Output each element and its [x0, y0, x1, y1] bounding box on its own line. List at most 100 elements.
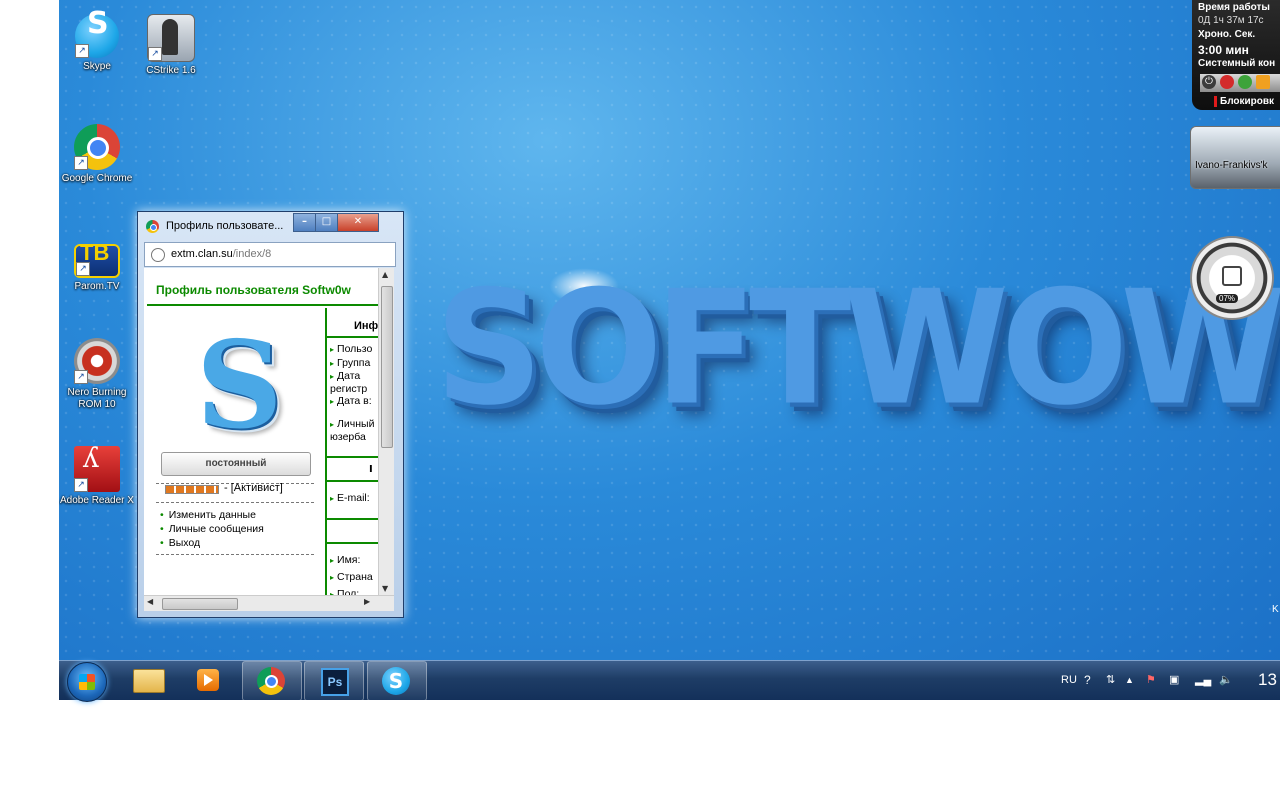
address-bar[interactable]: extm.clan.su/index/8: [144, 242, 396, 267]
desktop-icon-paromtv[interactable]: TB ↗ Parom.TV: [59, 236, 135, 293]
info-item: Пол:: [330, 586, 380, 595]
info-item: Дата в:: [330, 395, 380, 409]
desktop: SOFTWOW S ↗ Skype ↗ CStrike 1.6 ↗ Google…: [59, 0, 1280, 699]
uptime-gadget[interactable]: Время работы 0Д 1ч 37м 17с Хроно. Сек. 3…: [1192, 0, 1280, 110]
gadget-lock-label: Блокировк: [1214, 96, 1274, 107]
gadget-text: Время работы: [1198, 2, 1270, 13]
browser-window[interactable]: Профиль пользовате... – □ ✕ extm.clan.su…: [137, 211, 404, 618]
shortcut-arrow-icon: ↗: [76, 262, 90, 276]
column-divider: [325, 308, 327, 595]
scroll-left-icon[interactable]: ◀: [147, 597, 153, 606]
gadget-controls: ⏻: [1200, 74, 1280, 92]
address-url: extm.clan.su/index/8: [171, 248, 272, 260]
taskbar-media-player[interactable]: [179, 661, 237, 699]
skype-icon: S ↗: [75, 9, 119, 58]
start-button[interactable]: [67, 662, 107, 702]
gadget-text: 3:00 мин: [1198, 43, 1249, 57]
paromtv-icon: TB ↗: [74, 242, 120, 278]
scroll-down-icon[interactable]: ▼: [382, 584, 388, 593]
meter-center-icon: [1222, 266, 1242, 286]
vertical-scrollbar[interactable]: ▲ ▼: [378, 268, 394, 595]
divider: [327, 542, 379, 544]
rank-progress-bar: [165, 485, 219, 494]
shortcut-arrow-icon: ↗: [148, 47, 162, 61]
divider: [327, 518, 379, 520]
divider: [327, 336, 379, 338]
weather-city: Ivano-Frankivs'k: [1195, 160, 1268, 171]
show-hidden-icons-icon[interactable]: ▲: [1125, 661, 1134, 699]
avatar: S: [196, 315, 283, 456]
menu-item-logout[interactable]: Выход: [160, 536, 264, 550]
profile-menu: Изменить данные Личные сообщения Выход: [160, 508, 264, 550]
cstrike-icon: ↗: [147, 14, 195, 62]
info-item: Личный юзерба: [330, 418, 380, 443]
info-list: Пользо Группа Дата регистр Дата в: Личны…: [330, 343, 380, 443]
info-heading: Инф: [354, 320, 379, 332]
skype-icon: S: [382, 667, 410, 695]
adobe-reader-icon: ʎ ↗: [74, 444, 120, 492]
explorer-icon: [133, 669, 165, 693]
profile-left-column: S постоянный - [Активист] Изменить данны…: [144, 308, 324, 595]
shortcut-arrow-icon: ↗: [75, 44, 89, 58]
taskbar-explorer[interactable]: [119, 661, 177, 699]
info-item: Дата регистр: [330, 370, 380, 395]
signal-icon[interactable]: ▂▄: [1195, 661, 1211, 699]
menu-item-edit[interactable]: Изменить данные: [160, 508, 264, 522]
desktop-icon-adobe-reader[interactable]: ʎ ↗ Adobe Reader X: [59, 444, 135, 507]
email-row: E-mail:: [330, 492, 380, 506]
desktop-icon-cstrike[interactable]: ↗ CStrike 1.6: [133, 14, 209, 77]
cpu-meter-gadget[interactable]: 07%: [1190, 236, 1274, 320]
info-item: Группа: [330, 357, 380, 371]
email-label: E-mail:: [330, 492, 380, 506]
lock-icon[interactable]: [1256, 75, 1270, 89]
info-item: Пользо: [330, 343, 380, 357]
scroll-right-icon[interactable]: ▶: [364, 597, 370, 606]
scroll-thumb[interactable]: [162, 598, 238, 610]
chrome-icon: ↗: [74, 124, 120, 170]
shortcut-arrow-icon: ↗: [74, 370, 88, 384]
desktop-icon-label: Google Chrome: [61, 173, 133, 184]
chrome-icon: [257, 667, 285, 695]
minimize-button[interactable]: –: [293, 213, 316, 232]
taskbar-photoshop[interactable]: Ps: [304, 661, 364, 701]
network-icon[interactable]: ⇅: [1106, 661, 1115, 699]
photoshop-icon: Ps: [321, 668, 349, 696]
edge-text: K: [1272, 604, 1279, 615]
restart-icon[interactable]: [1220, 75, 1234, 89]
close-button[interactable]: ✕: [337, 213, 379, 232]
device-icon[interactable]: ▣: [1169, 661, 1179, 699]
language-indicator[interactable]: RU: [1061, 661, 1077, 699]
info-item: Страна: [330, 569, 380, 586]
desktop-icon-nero[interactable]: ↗ Nero Burning ROM 10: [59, 338, 135, 411]
volume-icon[interactable]: 🔈: [1219, 661, 1233, 699]
gadget-text: 0Д 1ч 37м 17с: [1198, 15, 1264, 26]
power-icon[interactable]: ⏻: [1202, 75, 1216, 89]
weather-gadget[interactable]: Ivano-Frankivs'k: [1190, 126, 1280, 189]
divider: [156, 554, 314, 555]
maximize-button[interactable]: □: [315, 213, 338, 232]
clock[interactable]: 13: [1258, 661, 1277, 699]
divider: [147, 304, 379, 306]
action-center-icon[interactable]: ⚑: [1146, 661, 1156, 699]
scroll-up-icon[interactable]: ▲: [382, 270, 388, 279]
page-content: Профиль пользователя Softw0w S постоянны…: [144, 268, 394, 595]
help-icon[interactable]: ?: [1084, 661, 1091, 699]
sleep-icon[interactable]: [1238, 75, 1252, 89]
menu-item-messages[interactable]: Личные сообщения: [160, 522, 264, 536]
chrome-icon: [146, 220, 159, 233]
desktop-icon-skype[interactable]: S ↗ Skype: [59, 9, 135, 73]
browser-titlebar[interactable]: Профиль пользовате... – □ ✕: [138, 212, 403, 238]
taskbar-chrome[interactable]: [242, 661, 302, 701]
section-mark: I: [369, 464, 373, 475]
desktop-icon-label: Parom.TV: [74, 281, 120, 292]
divider: [156, 502, 314, 503]
info-item: Имя:: [330, 552, 380, 569]
horizontal-scrollbar[interactable]: ◀ ▶: [144, 595, 394, 611]
play-icon: [204, 674, 213, 686]
taskbar-skype[interactable]: S: [367, 661, 427, 701]
desktop-icon-chrome[interactable]: ↗ Google Chrome: [59, 124, 135, 185]
meter-value: 07%: [1216, 294, 1239, 303]
scroll-thumb[interactable]: [381, 286, 393, 448]
rank-button[interactable]: постоянный: [161, 452, 311, 476]
globe-icon: [151, 248, 165, 262]
